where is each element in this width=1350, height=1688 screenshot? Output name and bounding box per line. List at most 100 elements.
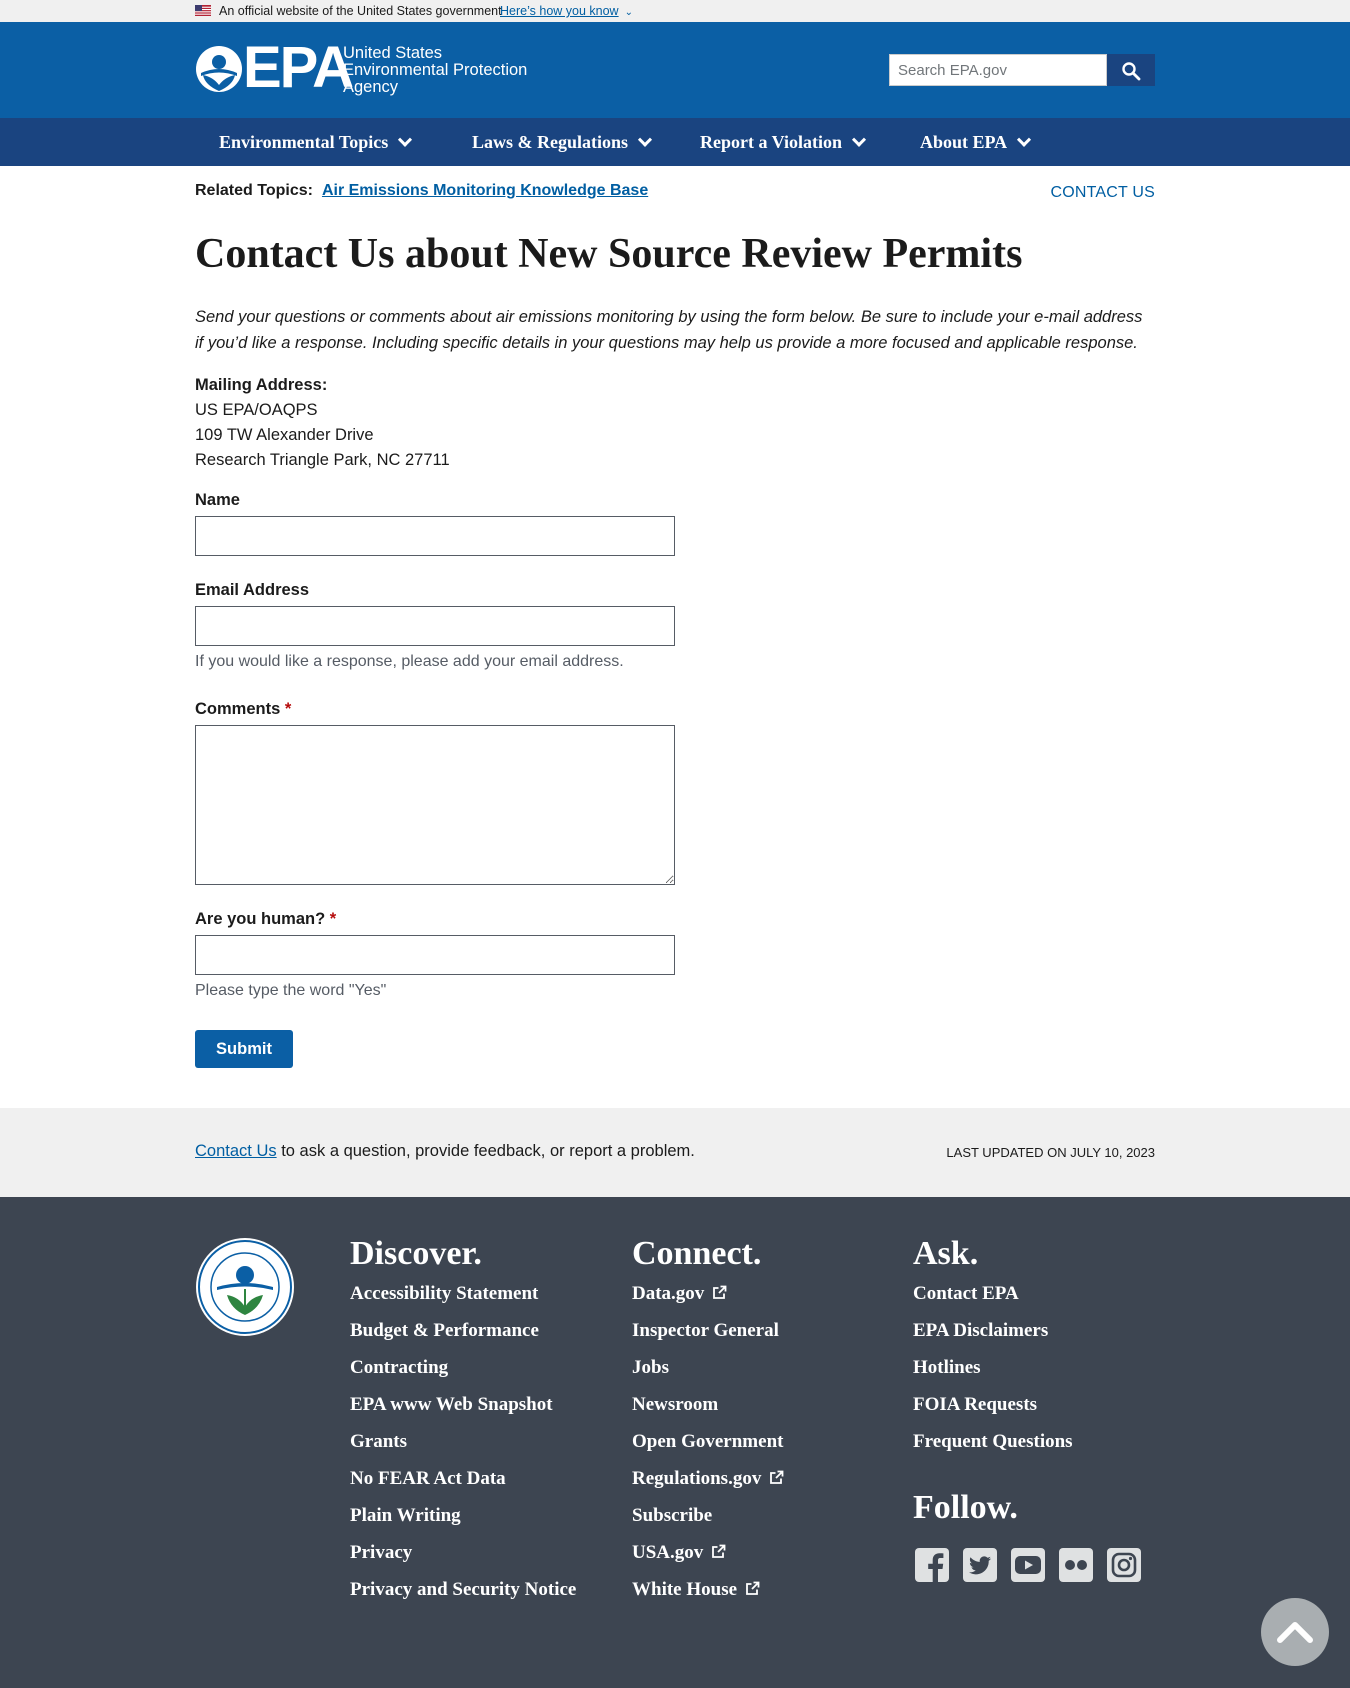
- twitter-icon[interactable]: [962, 1547, 998, 1583]
- epa-flower-logo-icon: [196, 46, 242, 92]
- main-nav: Environmental Topics Laws & Regulations …: [0, 118, 1350, 166]
- footer-link[interactable]: Contracting: [350, 1357, 580, 1378]
- chevron-down-icon: [851, 132, 867, 147]
- facebook-icon[interactable]: [914, 1547, 950, 1583]
- epa-seal-icon[interactable]: [195, 1237, 295, 1337]
- mailing-line: Research Triangle Park, NC 27711: [195, 451, 450, 469]
- footer-link-external[interactable]: Data.gov: [632, 1283, 882, 1304]
- external-link-icon: [746, 1581, 760, 1595]
- gov-banner: An official website of the United States…: [0, 0, 1350, 22]
- footer-link[interactable]: Privacy: [350, 1542, 580, 1563]
- external-link-icon: [770, 1470, 784, 1484]
- footer-link[interactable]: FOIA Requests: [913, 1394, 1153, 1415]
- contact-us-link[interactable]: CONTACT US: [1050, 184, 1155, 202]
- heres-how-you-know-label: Here’s how you know: [500, 4, 619, 18]
- footer-link-external[interactable]: Regulations.gov: [632, 1468, 882, 1489]
- chevron-down-icon: [1017, 132, 1032, 147]
- footer-link[interactable]: Subscribe: [632, 1505, 882, 1526]
- mailing-line: US EPA/OAQPS: [195, 401, 318, 419]
- footer-link-label: USA.gov: [632, 1542, 704, 1563]
- search-icon: [1122, 62, 1141, 81]
- prefooter-contact-link[interactable]: Contact Us: [195, 1142, 277, 1160]
- related-topic-link[interactable]: Air Emissions Monitoring Knowledge Base: [322, 182, 648, 199]
- human-label: Are you human? *: [195, 910, 336, 929]
- us-flag-icon: [195, 5, 211, 16]
- youtube-icon[interactable]: [1010, 1547, 1046, 1583]
- nav-label: About EPA: [920, 132, 1008, 152]
- footer-link-label: Regulations.gov: [632, 1468, 762, 1489]
- comments-field[interactable]: [195, 725, 675, 885]
- footer-link-label: White House: [632, 1579, 738, 1600]
- footer-link[interactable]: Contact EPA: [913, 1283, 1153, 1304]
- footer-link[interactable]: Newsroom: [632, 1394, 882, 1415]
- human-hint: Please type the word "Yes": [195, 982, 387, 999]
- footer-link[interactable]: Hotlines: [913, 1357, 1153, 1378]
- agency-line-1: United States: [343, 44, 443, 62]
- mailing-address-heading: Mailing Address:: [195, 376, 328, 394]
- nav-about-epa[interactable]: About EPA: [920, 118, 1032, 166]
- agency-line-2: Environmental Protection: [343, 61, 528, 79]
- footer-link[interactable]: Inspector General: [632, 1320, 882, 1341]
- agency-name: United States Environmental Protection A…: [343, 45, 527, 96]
- footer-link[interactable]: No FEAR Act Data: [350, 1468, 580, 1489]
- external-link-icon: [712, 1544, 726, 1558]
- email-field[interactable]: [195, 606, 675, 646]
- instagram-icon[interactable]: [1106, 1547, 1142, 1583]
- site-footer: Discover. Accessibility Statement Budget…: [0, 1197, 1350, 1688]
- footer-link[interactable]: Privacy and Security Notice: [350, 1579, 580, 1600]
- site-header: EPA United States Environmental Protecti…: [0, 22, 1350, 118]
- page: An official website of the United States…: [0, 0, 1350, 1688]
- footer-link[interactable]: Plain Writing: [350, 1505, 580, 1526]
- footer-link[interactable]: EPA Disclaimers: [913, 1320, 1153, 1341]
- nav-label: Laws & Regulations: [472, 132, 629, 152]
- footer-discover: Discover. Accessibility Statement Budget…: [350, 1235, 580, 1616]
- footer-connect: Connect. Data.gov Inspector General Jobs…: [632, 1235, 882, 1616]
- footer-link-label: Data.gov: [632, 1283, 705, 1304]
- epa-logo[interactable]: EPA United States Environmental Protecti…: [195, 39, 545, 97]
- nav-label: Environmental Topics: [219, 132, 389, 152]
- name-label: Name: [195, 491, 240, 509]
- prefooter: Contact Us to ask a question, provide fe…: [0, 1108, 1350, 1197]
- mailing-line: 109 TW Alexander Drive: [195, 426, 374, 444]
- comments-label: Comments *: [195, 700, 291, 719]
- footer-ask: Ask. Contact EPA EPA Disclaimers Hotline…: [913, 1235, 1153, 1468]
- flickr-icon[interactable]: [1058, 1547, 1094, 1583]
- footer-link[interactable]: Frequent Questions: [913, 1431, 1153, 1452]
- submit-button[interactable]: Submit: [195, 1030, 293, 1068]
- related-topics: Related Topics: Air Emissions Monitoring …: [195, 182, 648, 200]
- footer-link[interactable]: Accessibility Statement: [350, 1283, 580, 1304]
- epa-wordmark: EPA: [243, 35, 354, 100]
- search-input[interactable]: [889, 54, 1107, 86]
- email-label: Email Address: [195, 581, 310, 599]
- footer-link[interactable]: EPA www Web Snapshot: [350, 1394, 580, 1415]
- chevron-up-icon: [1277, 1622, 1313, 1643]
- footer-link-external[interactable]: White House: [632, 1579, 882, 1600]
- mailing-address: Mailing Address: US EPA/OAQPS 109 TW Ale…: [195, 373, 450, 473]
- comments-label-text: Comments: [195, 700, 281, 718]
- nav-laws-regulations[interactable]: Laws & Regulations: [472, 118, 653, 166]
- footer-link[interactable]: Open Government: [632, 1431, 882, 1452]
- agency-line-3: Agency: [343, 78, 399, 96]
- prefooter-text: to ask a question, provide feedback, or …: [276, 1142, 695, 1160]
- back-to-top-button[interactable]: [1261, 1598, 1329, 1666]
- nav-report-violation[interactable]: Report a Violation: [700, 118, 867, 166]
- required-marker: *: [329, 910, 337, 928]
- human-label-text: Are you human?: [195, 910, 326, 928]
- connect-heading: Connect.: [632, 1235, 762, 1272]
- search-button[interactable]: [1107, 54, 1155, 86]
- prefooter-message: Contact Us to ask a question, provide fe…: [195, 1142, 695, 1161]
- nav-environmental-topics[interactable]: Environmental Topics: [219, 118, 413, 166]
- footer-link[interactable]: Grants: [350, 1431, 580, 1452]
- nav-label: Report a Violation: [700, 132, 842, 152]
- name-field[interactable]: [195, 516, 675, 556]
- related-topics-label: Related Topics:: [195, 182, 313, 199]
- chevron-down-icon: ⌄: [624, 7, 633, 18]
- intro-text: Send your questions or comments about ai…: [195, 308, 1143, 352]
- footer-link[interactable]: Jobs: [632, 1357, 882, 1378]
- footer-link[interactable]: Budget & Performance: [350, 1320, 580, 1341]
- human-check-field[interactable]: [195, 935, 675, 975]
- heres-how-you-know-link[interactable]: Here’s how you know ⌄: [500, 4, 633, 18]
- ask-heading: Ask.: [913, 1235, 979, 1272]
- footer-link-external[interactable]: USA.gov: [632, 1542, 882, 1563]
- required-marker: *: [284, 700, 292, 718]
